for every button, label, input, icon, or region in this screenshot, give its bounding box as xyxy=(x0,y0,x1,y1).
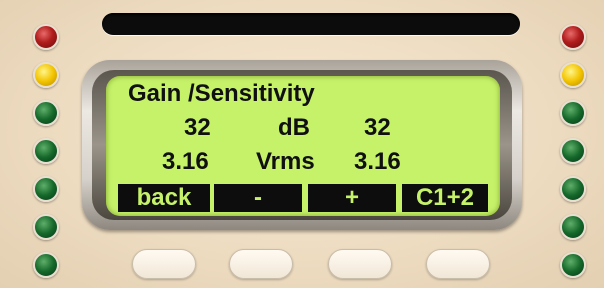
right-led-green-icon xyxy=(560,176,586,202)
softkey-back[interactable]: back xyxy=(118,184,210,212)
softkey-plus[interactable]: + xyxy=(308,184,396,212)
lcd-screen: Gain /Sensitivity 32 dB 32 3.16 Vrms 3.1… xyxy=(106,76,500,216)
left-led-red-icon xyxy=(33,24,59,50)
sensitivity-left-value: 3.16 xyxy=(162,148,209,175)
hardware-button-1[interactable] xyxy=(132,249,196,279)
right-led-red-icon xyxy=(560,24,586,50)
hardware-button-3[interactable] xyxy=(328,249,392,279)
softkey-c1-2[interactable]: C1+2 xyxy=(402,184,488,212)
top-slot xyxy=(102,13,520,35)
gain-unit: dB xyxy=(278,114,310,141)
gain-right-value: 32 xyxy=(364,114,391,141)
gain-left-value: 32 xyxy=(184,114,211,141)
left-led-green-icon xyxy=(33,176,59,202)
right-led-amber-icon xyxy=(560,62,586,88)
hardware-button-4[interactable] xyxy=(426,249,490,279)
device-panel: Gain /Sensitivity 32 dB 32 3.16 Vrms 3.1… xyxy=(0,0,604,288)
left-led-green-icon xyxy=(33,214,59,240)
sensitivity-right-value: 3.16 xyxy=(354,148,401,175)
right-led-green-icon xyxy=(560,138,586,164)
left-led-green-icon xyxy=(33,138,59,164)
lcd-title: Gain /Sensitivity xyxy=(128,80,315,107)
left-led-green-icon xyxy=(33,100,59,126)
left-led-green-icon xyxy=(33,252,59,278)
softkey-minus[interactable]: - xyxy=(214,184,302,212)
right-led-green-icon xyxy=(560,100,586,126)
hardware-button-2[interactable] xyxy=(229,249,293,279)
right-led-green-icon xyxy=(560,214,586,240)
sensitivity-unit: Vrms xyxy=(256,148,315,175)
left-led-amber-icon xyxy=(33,62,59,88)
right-led-green-icon xyxy=(560,252,586,278)
